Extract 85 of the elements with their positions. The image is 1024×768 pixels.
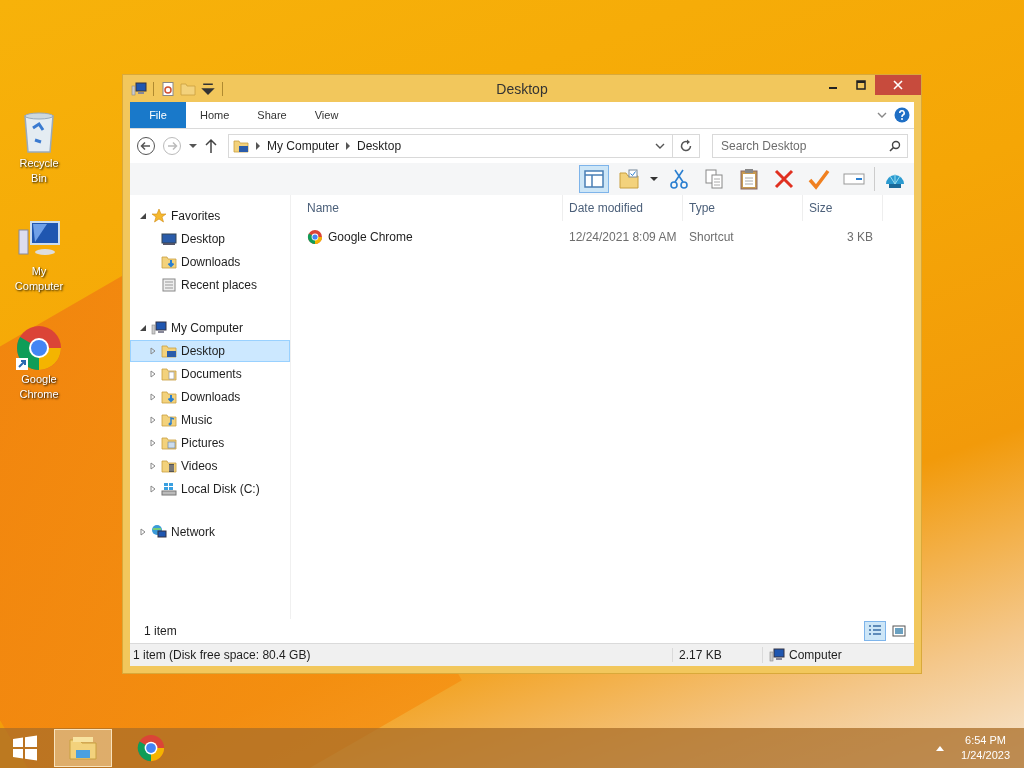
videos-folder-icon: [161, 458, 177, 474]
tree-item[interactable]: Downloads: [130, 251, 290, 273]
drive-icon: [161, 481, 177, 497]
computer-icon[interactable]: [131, 80, 147, 97]
chrome-icon: [307, 229, 323, 245]
ribbon-tab[interactable]: File: [130, 102, 186, 128]
window-title: Desktop: [495, 80, 549, 97]
search-icon[interactable]: [889, 140, 901, 152]
maximize-icon[interactable]: [856, 80, 866, 90]
tree-item-label: My Computer: [171, 321, 244, 335]
tree-item[interactable]: Videos: [130, 455, 290, 477]
download-folder-icon: [161, 254, 177, 270]
column-header[interactable]: Size: [803, 195, 883, 221]
tree-item-label: Documents: [181, 367, 242, 381]
tree-item[interactable]: Local Disk (C:): [130, 478, 290, 500]
folder-icon: [161, 343, 177, 359]
pictures-folder-icon: [161, 435, 177, 451]
column-header[interactable]: Name: [301, 195, 563, 221]
table-cell-text: 3 KB: [846, 230, 874, 244]
download-folder-icon: [161, 389, 177, 405]
breadcrumb[interactable]: Desktop: [357, 139, 402, 153]
tree-item-label: Downloads: [181, 390, 241, 404]
tree-item[interactable]: Desktop: [130, 340, 290, 362]
tree-item[interactable]: Documents: [130, 363, 290, 385]
up-arrow-icon[interactable]: [204, 138, 218, 154]
tree-item[interactable]: Favorites: [130, 205, 290, 227]
status-text: Computer: [789, 648, 842, 662]
chevron-right-icon[interactable]: [345, 142, 352, 150]
tree-item[interactable]: Desktop: [130, 228, 290, 250]
computer-folder-icon: [233, 138, 249, 154]
tree-item[interactable]: Music: [130, 409, 290, 431]
chrome-shortcut-icon[interactable]: [15, 324, 63, 372]
search-field[interactable]: Search Desktop: [712, 134, 908, 158]
expander-icon[interactable]: [139, 212, 147, 220]
tree-item[interactable]: Pictures: [130, 432, 290, 454]
column-header[interactable]: Type: [683, 195, 803, 221]
recent-places-icon: [161, 277, 177, 293]
tree-item-label: Recent places: [181, 278, 258, 292]
tree-item-label: Desktop: [181, 344, 226, 358]
windows-logo-icon[interactable]: [12, 735, 38, 761]
music-folder-icon: [161, 412, 177, 428]
tree-item-label: Downloads: [181, 255, 241, 269]
tree-item-label: Desktop: [181, 232, 226, 246]
monitor-icon: [161, 231, 177, 247]
chevron-right-icon[interactable]: [255, 142, 261, 150]
documents-folder-icon: [161, 366, 177, 382]
computer-icon: [769, 647, 785, 663]
expander-icon[interactable]: [139, 324, 147, 332]
close-icon[interactable]: [893, 80, 903, 90]
tree-item-label: Network: [171, 525, 215, 539]
address-bar[interactable]: My Computer Desktop: [228, 134, 700, 158]
search-input[interactable]: Search Desktop: [713, 139, 889, 153]
help-icon[interactable]: [894, 107, 910, 123]
ribbon-tab[interactable]: Home: [186, 102, 244, 128]
status-text: 1 item (Disk free space: 80.4 GB): [132, 648, 312, 662]
star-icon: [151, 208, 167, 224]
tree-item[interactable]: Recent places: [130, 274, 290, 296]
chrome-icon[interactable]: [136, 733, 166, 763]
recent-locations-icon[interactable]: [188, 141, 198, 151]
table-cell-text: Shortcut: [688, 230, 735, 244]
computer-icon: [151, 320, 167, 336]
tree-item[interactable]: Network: [130, 521, 290, 543]
tree-item-label: Videos: [181, 459, 218, 473]
tree-item-label: Pictures: [181, 436, 225, 450]
status-text: 2.17 KB: [672, 648, 762, 662]
item-count: 1 item: [144, 624, 177, 638]
tree-item-label: Favorites: [171, 209, 221, 223]
column-header[interactable]: Date modified: [563, 195, 683, 221]
breadcrumb[interactable]: My Computer: [267, 139, 340, 153]
tree-item-label: Music: [181, 413, 213, 427]
network-icon: [151, 524, 167, 540]
table-cell-text: 12/24/2021 8:09 AM: [568, 230, 678, 244]
taskbar-app-button[interactable]: [54, 729, 112, 767]
tree-item-label: Local Disk (C:): [181, 482, 260, 496]
show-hidden-icons-icon[interactable]: [935, 744, 946, 752]
back-icon[interactable]: [136, 136, 156, 156]
ribbon-tab[interactable]: View: [300, 102, 353, 128]
dropdown-icon[interactable]: [649, 174, 659, 184]
tree-item[interactable]: Downloads: [130, 386, 290, 408]
dropdown-icon[interactable]: [200, 80, 216, 97]
file-name[interactable]: Google Chrome: [328, 230, 413, 244]
document-icon[interactable]: [160, 80, 176, 97]
tree-item[interactable]: My Computer: [130, 317, 290, 339]
refresh-icon[interactable]: [679, 139, 693, 153]
ribbon-tab[interactable]: Share: [243, 102, 301, 128]
